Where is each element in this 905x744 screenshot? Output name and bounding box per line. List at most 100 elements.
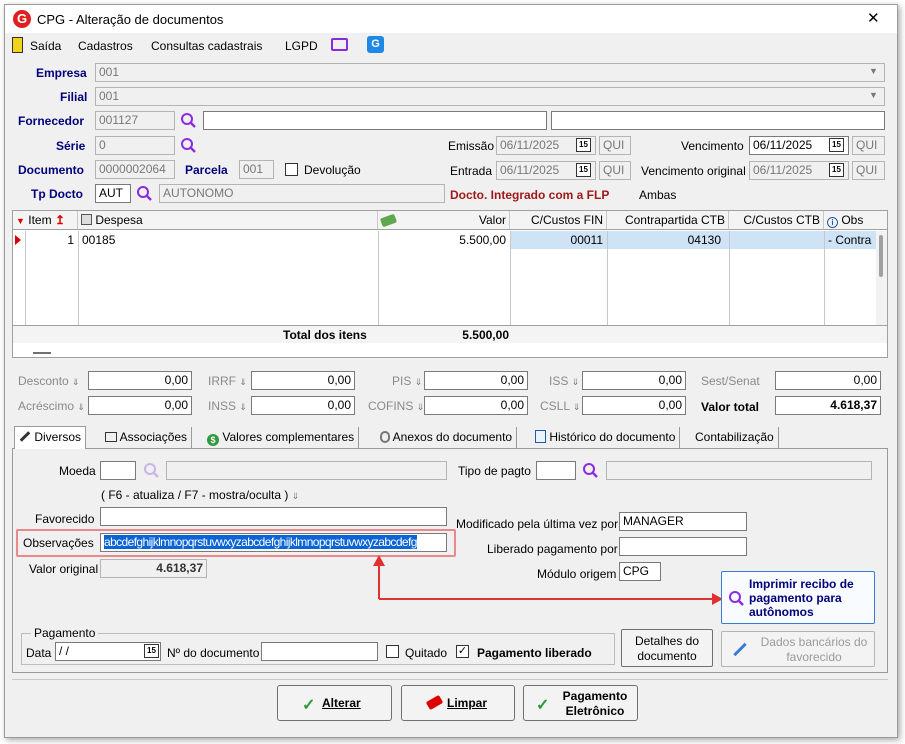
emissao-label: Emissão	[448, 139, 495, 153]
detalhes-documento-button[interactable]: Detalhes do documento	[621, 629, 713, 667]
sest-senat-field[interactable]: 0,00	[775, 371, 881, 390]
empresa-field[interactable]: 001	[95, 63, 885, 82]
tab-anexos[interactable]: Anexos do documento	[376, 427, 518, 449]
pagamento-eletronico-button[interactable]: ✓ Pagamento Eletrônico	[523, 685, 638, 721]
desconto-field[interactable]: 0,00	[88, 371, 192, 390]
main-window: G CPG - Alteração de documentos ✕ Saída …	[4, 4, 898, 738]
pencil-icon	[19, 431, 31, 442]
tipo-pagto-search-icon[interactable]	[582, 462, 599, 479]
venc-original-calendar-icon[interactable]: 15	[829, 163, 844, 177]
pagamento-liberado-checkbox[interactable]: ✓	[456, 645, 469, 658]
tab-diversos-label: Diversos	[34, 430, 82, 444]
alterar-button[interactable]: ✓ Alterar	[277, 685, 392, 721]
emissao-dow: QUI	[599, 136, 631, 155]
empresa-dropdown-icon[interactable]: ▼	[869, 66, 878, 76]
csll-field[interactable]: 0,00	[582, 396, 686, 415]
action-bar-divider	[12, 679, 888, 680]
tab-historico-label: Histórico do documento	[549, 430, 676, 444]
filial-dropdown-icon[interactable]: ▼	[869, 90, 878, 100]
col-obs-header[interactable]: i Obs	[824, 211, 887, 230]
vencimento-calendar-icon[interactable]: 15	[829, 138, 844, 152]
dados-bancarios-button[interactable]: Dados bancários do favorecido	[721, 631, 875, 667]
menu-saida[interactable]: Saída	[30, 38, 61, 54]
parcela-field[interactable]: 001	[239, 160, 274, 179]
moeda-desc-field	[166, 461, 447, 480]
row-selected-indicator-icon	[15, 235, 21, 245]
cofins-field[interactable]: 0,00	[424, 396, 528, 415]
menu-consultas[interactable]: Consultas cadastrais	[151, 38, 262, 54]
scrollbar-thumb[interactable]	[879, 235, 883, 277]
favorecido-field[interactable]	[100, 507, 447, 526]
observacoes-field[interactable]: abcdefghijklmnopqrstuvwxyzabcdefghijklmn…	[100, 533, 447, 552]
inss-field[interactable]: 0,00	[251, 396, 355, 415]
grid-divider	[729, 231, 730, 325]
tab-diversos[interactable]: Diversos	[14, 426, 87, 450]
ndoc-field[interactable]	[261, 642, 378, 661]
emissao-calendar-icon[interactable]: 15	[576, 138, 591, 152]
pagamento-liberado-label: Pagamento liberado	[477, 646, 592, 660]
col-valor-header[interactable]: Valor	[378, 211, 510, 230]
liberado-field[interactable]	[619, 537, 747, 556]
imprimir-recibo-button[interactable]: Imprimir recibo de pagamento para autôno…	[721, 571, 875, 624]
quitado-label: Quitado	[405, 646, 448, 660]
sort-order-icon: ↥	[54, 213, 66, 227]
col-contrapartida-header[interactable]: Contrapartida CTB	[607, 211, 729, 230]
col-ccctb-header[interactable]: C/Custos CTB	[729, 211, 824, 230]
despesa-icon	[81, 214, 92, 225]
grid-vertical-scrollbar[interactable]	[876, 231, 887, 327]
tp-docto-search-icon[interactable]	[136, 185, 153, 202]
app-shortcut-icon[interactable]: G	[367, 36, 384, 53]
grid-horizontal-scrollbar[interactable]	[33, 352, 51, 354]
col-item-header[interactable]: ▼ Item ↥	[13, 211, 78, 230]
tab-valores-complementares[interactable]: $ Valores complementares	[203, 427, 360, 449]
tipo-pagto-field[interactable]	[536, 461, 576, 480]
info-icon: i	[827, 217, 838, 228]
tab-associacoes[interactable]: Associações	[101, 427, 193, 449]
documento-field[interactable]: 0000002064	[95, 160, 175, 179]
table-row-item[interactable]: 1	[25, 231, 78, 249]
serie-field[interactable]: 0	[95, 136, 175, 155]
iss-label: ISS ⇓	[549, 374, 580, 388]
menu-cadastros[interactable]: Cadastros	[78, 38, 133, 54]
data-calendar-icon[interactable]: 15	[144, 644, 159, 658]
close-icon[interactable]: ✕	[867, 11, 880, 27]
grid-divider	[824, 231, 825, 325]
iss-field[interactable]: 0,00	[582, 371, 686, 390]
fornecedor-search-icon[interactable]	[180, 112, 197, 129]
irrf-field[interactable]: 0,00	[251, 371, 355, 390]
menu-lgpd[interactable]: LGPD	[285, 38, 318, 54]
fornecedor-extra-field[interactable]	[551, 111, 885, 130]
acrescimo-label: Acréscimo ⇓	[18, 399, 85, 413]
monitor-icon[interactable]	[331, 38, 348, 51]
moeda-search-icon[interactable]	[143, 462, 160, 479]
limpar-button[interactable]: Limpar	[401, 685, 515, 721]
quitado-checkbox[interactable]	[386, 645, 399, 658]
tab-historico[interactable]: Histórico do documento	[531, 427, 681, 449]
irrf-label: IRRF ⇓	[208, 374, 247, 388]
table-row-ccctb[interactable]	[729, 231, 824, 249]
col-ccfin-header[interactable]: C/Custos FIN	[510, 211, 607, 230]
csll-label: CSLL ⇓	[540, 399, 581, 413]
vencimento-label: Vencimento	[681, 139, 744, 153]
acrescimo-field[interactable]: 0,00	[88, 396, 192, 415]
table-row-ccfin[interactable]: 00011	[510, 231, 607, 249]
entrada-calendar-icon[interactable]: 15	[576, 163, 591, 177]
tab-contabilizacao[interactable]: Contabilização	[691, 427, 779, 449]
pis-field[interactable]: 0,00	[424, 371, 528, 390]
tipo-pagto-label: Tipo de pagto	[458, 464, 531, 478]
moeda-field[interactable]	[100, 461, 136, 480]
table-row-despesa[interactable]: 00185	[78, 231, 310, 249]
table-row-contrapartida[interactable]: 04130	[607, 231, 729, 249]
col-despesa-header[interactable]: Despesa	[78, 211, 378, 230]
table-row-obs[interactable]: - Contra	[824, 231, 876, 249]
app-logo-icon: G	[13, 10, 31, 28]
serie-search-icon[interactable]	[180, 137, 197, 154]
filial-field[interactable]: 001	[95, 87, 885, 106]
fornecedor-field[interactable]: 001127	[95, 111, 175, 130]
tp-docto-field[interactable]: AUT	[95, 184, 131, 203]
fornecedor-name-field[interactable]	[203, 111, 547, 130]
table-row-valor[interactable]: 5.500,00	[378, 231, 510, 249]
imprimir-recibo-label: Imprimir recibo de pagamento para autôno…	[749, 577, 854, 619]
modificado-field[interactable]: MANAGER	[619, 512, 747, 531]
devolucao-checkbox[interactable]	[285, 163, 298, 176]
